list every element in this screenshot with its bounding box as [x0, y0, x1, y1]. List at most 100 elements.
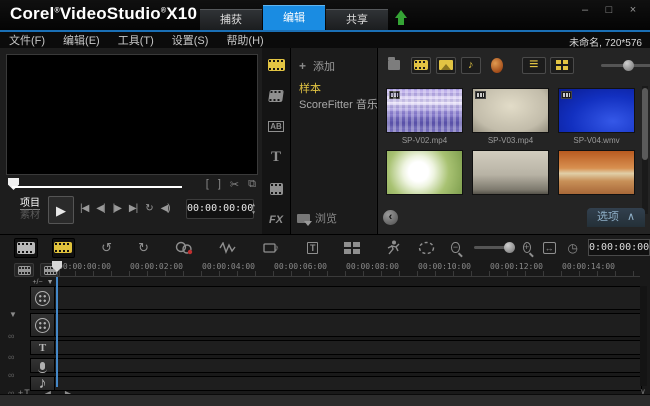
nav-transition-button[interactable]: AB: [265, 118, 287, 135]
thumbnail-fog-trees[interactable]: [472, 150, 549, 195]
thumbnail-size-slider[interactable]: [601, 64, 650, 67]
project-duration-button[interactable]: ◷: [568, 241, 578, 255]
overlay-track-area[interactable]: [55, 313, 642, 337]
playhead-line[interactable]: [56, 277, 58, 387]
tab-capture[interactable]: 捕获: [200, 9, 262, 30]
project-info-label: 未命名, 720*576: [569, 34, 642, 49]
play-button[interactable]: ▶: [48, 196, 74, 224]
zoom-in-button[interactable]: +: [523, 242, 531, 253]
close-button[interactable]: ×: [626, 4, 640, 16]
undo-button[interactable]: ↺: [101, 240, 112, 256]
subtitle-editor-button[interactable]: T: [307, 242, 319, 254]
film-reels-icon: [175, 241, 193, 255]
fit-project-button[interactable]: ↔: [543, 242, 556, 254]
category-samples[interactable]: 样本: [299, 80, 321, 96]
overlay-track-header[interactable]: [30, 313, 55, 337]
video-track-area[interactable]: [55, 286, 642, 310]
redo-button[interactable]: ↻: [138, 240, 149, 256]
preview-timecode[interactable]: 00:00:00:00▲▼: [186, 199, 254, 219]
previous-frame-button[interactable]: ◀|: [96, 203, 104, 214]
split-clip-button[interactable]: ✂: [230, 178, 239, 191]
options-button[interactable]: 选项 ∧: [587, 208, 645, 227]
preview-video-area[interactable]: [6, 54, 258, 175]
scrubber-track[interactable]: [12, 186, 182, 188]
video-reel-icon: [35, 291, 50, 306]
split-screen-button[interactable]: [344, 242, 360, 254]
auto-music-button[interactable]: ♪: [263, 241, 281, 254]
voice-track-header[interactable]: [30, 358, 55, 373]
mode-clip-toggle[interactable]: 素材: [20, 210, 40, 221]
menu-help[interactable]: 帮助(H): [217, 32, 272, 48]
gallery-scrollbar[interactable]: [642, 86, 648, 214]
thumbnail-sp-v02[interactable]: [386, 88, 463, 133]
category-scorefitter[interactable]: ScoreFitter 音乐: [299, 96, 378, 112]
title-track-header[interactable]: T: [30, 340, 55, 355]
nav-instant-project-button[interactable]: [265, 87, 287, 104]
go-end-button[interactable]: ▶|: [129, 203, 137, 214]
nav-filter-button[interactable]: FX: [265, 211, 287, 228]
motion-tracking-button[interactable]: [386, 240, 400, 255]
track-motion-button[interactable]: [418, 241, 435, 255]
nav-graphic-button[interactable]: [265, 180, 287, 197]
menu-settings[interactable]: 设置(S): [163, 32, 218, 48]
nav-media-button[interactable]: [265, 56, 287, 73]
repeat-button[interactable]: ↻: [145, 203, 152, 214]
go-start-button[interactable]: |◀: [80, 203, 88, 214]
filter-photos-button[interactable]: [436, 57, 456, 74]
filter-audio-button[interactable]: ♪: [461, 57, 481, 74]
next-frame-button[interactable]: |▶: [113, 203, 121, 214]
voice-track-area[interactable]: [55, 358, 642, 373]
tab-edit[interactable]: 编辑: [263, 5, 325, 30]
scrubber-handle[interactable]: [8, 178, 19, 190]
video-track-header[interactable]: [30, 286, 55, 310]
slider-knob[interactable]: [623, 60, 634, 71]
lock-overlay-track-icon[interactable]: ∞: [8, 331, 14, 341]
thumbnail-desert[interactable]: [558, 150, 635, 195]
timeline-zoom-slider[interactable]: [474, 246, 513, 249]
menu-file[interactable]: 文件(F): [0, 32, 54, 48]
timeline-scrollbar[interactable]: ∨: [640, 286, 647, 386]
lock-voice-track-icon[interactable]: ∞: [8, 370, 14, 380]
collapse-panel-button[interactable]: ‹: [383, 210, 398, 225]
preview-panel: [ ] ✂ ⧉ 项目 素材 ▶ |◀ ◀| |▶ ▶| ↻ ◀) 00:00:0…: [4, 50, 260, 234]
tab-share[interactable]: 共享: [326, 9, 388, 30]
mark-in-button[interactable]: [: [206, 178, 209, 191]
sphere-icon[interactable]: [491, 58, 503, 73]
lock-title-track-icon[interactable]: ∞: [8, 352, 14, 362]
filter-videos-button[interactable]: [411, 57, 431, 74]
list-view-button[interactable]: ≡: [522, 57, 546, 74]
mark-out-button[interactable]: ]: [218, 178, 221, 191]
thumbnail-sp-v03[interactable]: [472, 88, 549, 133]
timecode-spinner[interactable]: ▲▼: [252, 201, 255, 217]
menu-edit[interactable]: 编辑(E): [54, 32, 109, 48]
add-folder-button[interactable]: + 添加: [299, 58, 335, 74]
timeline-view-button[interactable]: [52, 238, 76, 258]
music-track-area[interactable]: [55, 376, 642, 391]
enlarge-preview-button[interactable]: ⧉: [248, 178, 256, 191]
minimize-button[interactable]: –: [578, 4, 592, 16]
show-all-tracks-button[interactable]: [14, 263, 34, 277]
nav-title-button[interactable]: T: [265, 149, 287, 166]
maximize-button[interactable]: □: [602, 4, 616, 16]
rail-dropdown-icon[interactable]: ▼: [9, 310, 17, 319]
timeline-ruler[interactable]: 00:00:00:00 00:00:02:00 00:00:04:00 00:0…: [55, 260, 640, 277]
track-manager-button[interactable]: +/−▼: [30, 278, 56, 286]
folder-icon[interactable]: [388, 60, 400, 70]
upgrade-arrow-icon[interactable]: [394, 10, 408, 26]
media-item: [468, 148, 554, 210]
gallery-scroll-thumb[interactable]: [642, 88, 648, 160]
zoom-out-button[interactable]: −: [451, 242, 459, 253]
slider-knob[interactable]: [504, 242, 515, 253]
thumbnail-view-button[interactable]: [550, 57, 574, 74]
timeline-timecode[interactable]: 0:00:00:00: [588, 239, 650, 256]
sound-mixer-button[interactable]: [219, 242, 237, 254]
thumbnail-sp-v04[interactable]: [558, 88, 635, 133]
record-capture-button[interactable]: [175, 241, 193, 255]
title-track-area[interactable]: [55, 340, 642, 355]
mode-project-toggle[interactable]: 项目: [20, 198, 40, 210]
browse-button[interactable]: 浏览: [297, 210, 337, 226]
thumbnail-dandelion[interactable]: [386, 150, 463, 195]
storyboard-view-button[interactable]: [14, 238, 38, 258]
menu-tools[interactable]: 工具(T): [109, 32, 163, 48]
volume-button[interactable]: ◀): [161, 203, 170, 214]
